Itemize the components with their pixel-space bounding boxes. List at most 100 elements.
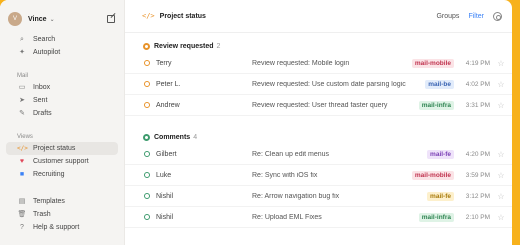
app-window: V Vince ⌄ ⌕ Search ✦ Autopilot Mail ▭ In… [0, 0, 512, 245]
briefcase-icon: ■ [19, 171, 25, 178]
sender-name: Andrew [156, 101, 180, 109]
group-count: 2 [216, 42, 221, 50]
sender-name: Peter L. [156, 80, 181, 88]
timestamp: 3:31 PM [465, 101, 490, 109]
sidebar-item-label: Autopilot [33, 49, 61, 56]
list-item[interactable]: Nishil Re: Arrow navigation bug fix mail-f… [125, 186, 512, 207]
subject: Review requested: User thread faster que… [252, 101, 388, 109]
section-label-mail: Mail [17, 73, 29, 79]
page-title: Project status [159, 12, 206, 20]
user-name: Vince [28, 15, 47, 23]
sidebar-item-search[interactable]: ⌕ Search [0, 33, 124, 46]
sidebar-item-label: Sent [33, 97, 48, 104]
avatar: V [8, 12, 22, 26]
groups-button[interactable]: Groups [436, 13, 459, 20]
inbox-icon: ▭ [18, 84, 26, 91]
label-badge[interactable]: mail-infra [418, 100, 454, 110]
subject: Review requested: Mobile login [252, 59, 350, 67]
timestamp: 4:20 PM [465, 150, 490, 158]
chevron-down-icon: ⌄ [49, 16, 55, 23]
label-badge[interactable]: mail-be [425, 79, 454, 89]
star-icon[interactable]: ☆ [496, 192, 506, 201]
list-item[interactable]: Gilbert Re: Clean up edit menus mail-fe 4:2… [125, 144, 512, 165]
star-icon[interactable]: ☆ [496, 171, 506, 180]
filter-button[interactable]: Filter [468, 13, 484, 20]
star-icon[interactable]: ☆ [496, 213, 506, 222]
sidebar-item-drafts[interactable]: ✎ Drafts [0, 107, 124, 120]
label-badge[interactable]: mail-mobile [411, 170, 454, 180]
sender-name: Luke [156, 171, 172, 179]
group-header[interactable]: Comments 4 [125, 130, 512, 144]
sender-name: Nishil [156, 213, 174, 221]
list-item[interactable]: Nishil Re: Upload EML Fixes mail-infra 2:10… [125, 207, 512, 228]
group-header[interactable]: Review requested 2 [125, 39, 512, 53]
group-count: 4 [193, 133, 198, 141]
sidebar-item-customer-support[interactable]: ♥ Customer support [0, 155, 124, 168]
status-dot-icon [144, 60, 150, 66]
list-item[interactable]: Luke Re: Sync with iOS fix mail-mobile 3:59… [125, 165, 512, 186]
sidebar-item-recruiting[interactable]: ■ Recruiting [0, 168, 124, 181]
subject: Re: Upload EML Fixes [252, 213, 322, 221]
sidebar-item-sent[interactable]: ➤ Sent [0, 94, 124, 107]
subject: Review requested: Use custom date parsin… [252, 80, 406, 88]
code-icon: </> [142, 12, 155, 20]
timestamp: 4:19 PM [465, 59, 490, 67]
label-badge[interactable]: mail-fe [427, 149, 454, 159]
group-name: Comments [154, 133, 191, 141]
group-status-icon [143, 133, 150, 141]
templates-icon: ▤ [18, 198, 26, 205]
sidebar-item-label: Search [33, 36, 56, 43]
status-dot-icon [144, 214, 150, 220]
drafts-icon: ✎ [19, 110, 25, 117]
list-item[interactable]: Andrew Review requested: User thread fast… [125, 95, 512, 116]
status-dot-icon [144, 193, 150, 199]
sender-name: Terry [156, 59, 172, 67]
user-switcher[interactable]: V Vince ⌄ [0, 11, 124, 27]
sidebar-item-label: Drafts [33, 110, 52, 117]
sidebar-item-project-status[interactable]: </> Project status [6, 142, 118, 155]
status-dot-icon [144, 151, 150, 157]
sidebar-item-templates[interactable]: ▤ Templates [0, 195, 124, 208]
sidebar-item-trash[interactable]: 🗑︎ Trash [0, 208, 124, 221]
group-status-icon [143, 42, 150, 50]
subject: Re: Clean up edit menus [252, 150, 330, 158]
sidebar: V Vince ⌄ ⌕ Search ✦ Autopilot Mail ▭ In… [0, 0, 125, 245]
header: </> Project status Groups Filter [125, 0, 512, 33]
main-panel: </> Project status Groups Filter Review … [125, 0, 512, 245]
star-icon[interactable]: ☆ [496, 80, 506, 89]
subject: Re: Arrow navigation bug fix [252, 192, 340, 200]
sidebar-item-label: Help & support [33, 224, 80, 231]
status-dot-icon [144, 102, 150, 108]
sidebar-item-label: Project status [33, 145, 76, 152]
sidebar-item-autopilot[interactable]: ✦ Autopilot [0, 46, 124, 59]
compose-icon[interactable] [107, 15, 115, 23]
label-badge[interactable]: mail-mobile [411, 58, 454, 68]
timestamp: 2:10 PM [465, 213, 490, 221]
search-icon: ⌕ [20, 36, 24, 43]
star-icon[interactable]: ☆ [496, 59, 506, 68]
timestamp: 3:59 PM [465, 171, 490, 179]
group-name: Review requested [154, 42, 214, 50]
timestamp: 3:12 PM [465, 192, 490, 200]
sender-name: Nishil [156, 192, 174, 200]
sidebar-item-inbox[interactable]: ▭ Inbox [0, 81, 124, 94]
status-dot-icon [144, 81, 150, 87]
sender-name: Gilbert [156, 150, 177, 158]
heart-icon: ♥ [19, 158, 25, 165]
status-dot-icon [144, 172, 150, 178]
subject: Re: Sync with iOS fix [252, 171, 318, 179]
sidebar-item-help[interactable]: ? Help & support [0, 221, 124, 234]
star-icon[interactable]: ☆ [496, 150, 506, 159]
label-badge[interactable]: mail-fe [427, 191, 454, 201]
help-icon: ? [20, 224, 24, 231]
sidebar-item-label: Recruiting [33, 171, 65, 178]
list-item[interactable]: Peter L. Review requested: Use custom dat… [125, 74, 512, 95]
star-icon[interactable]: ☆ [496, 101, 506, 110]
label-badge[interactable]: mail-infra [418, 212, 454, 222]
code-icon: </> [17, 144, 28, 152]
sidebar-item-label: Inbox [33, 84, 51, 91]
gear-icon[interactable] [493, 11, 502, 21]
sidebar-item-label: Customer support [33, 158, 89, 165]
message-list: Review requested 2 Terry Review requested: … [125, 39, 512, 228]
list-item[interactable]: Terry Review requested: Mobile login mail-… [125, 53, 512, 74]
